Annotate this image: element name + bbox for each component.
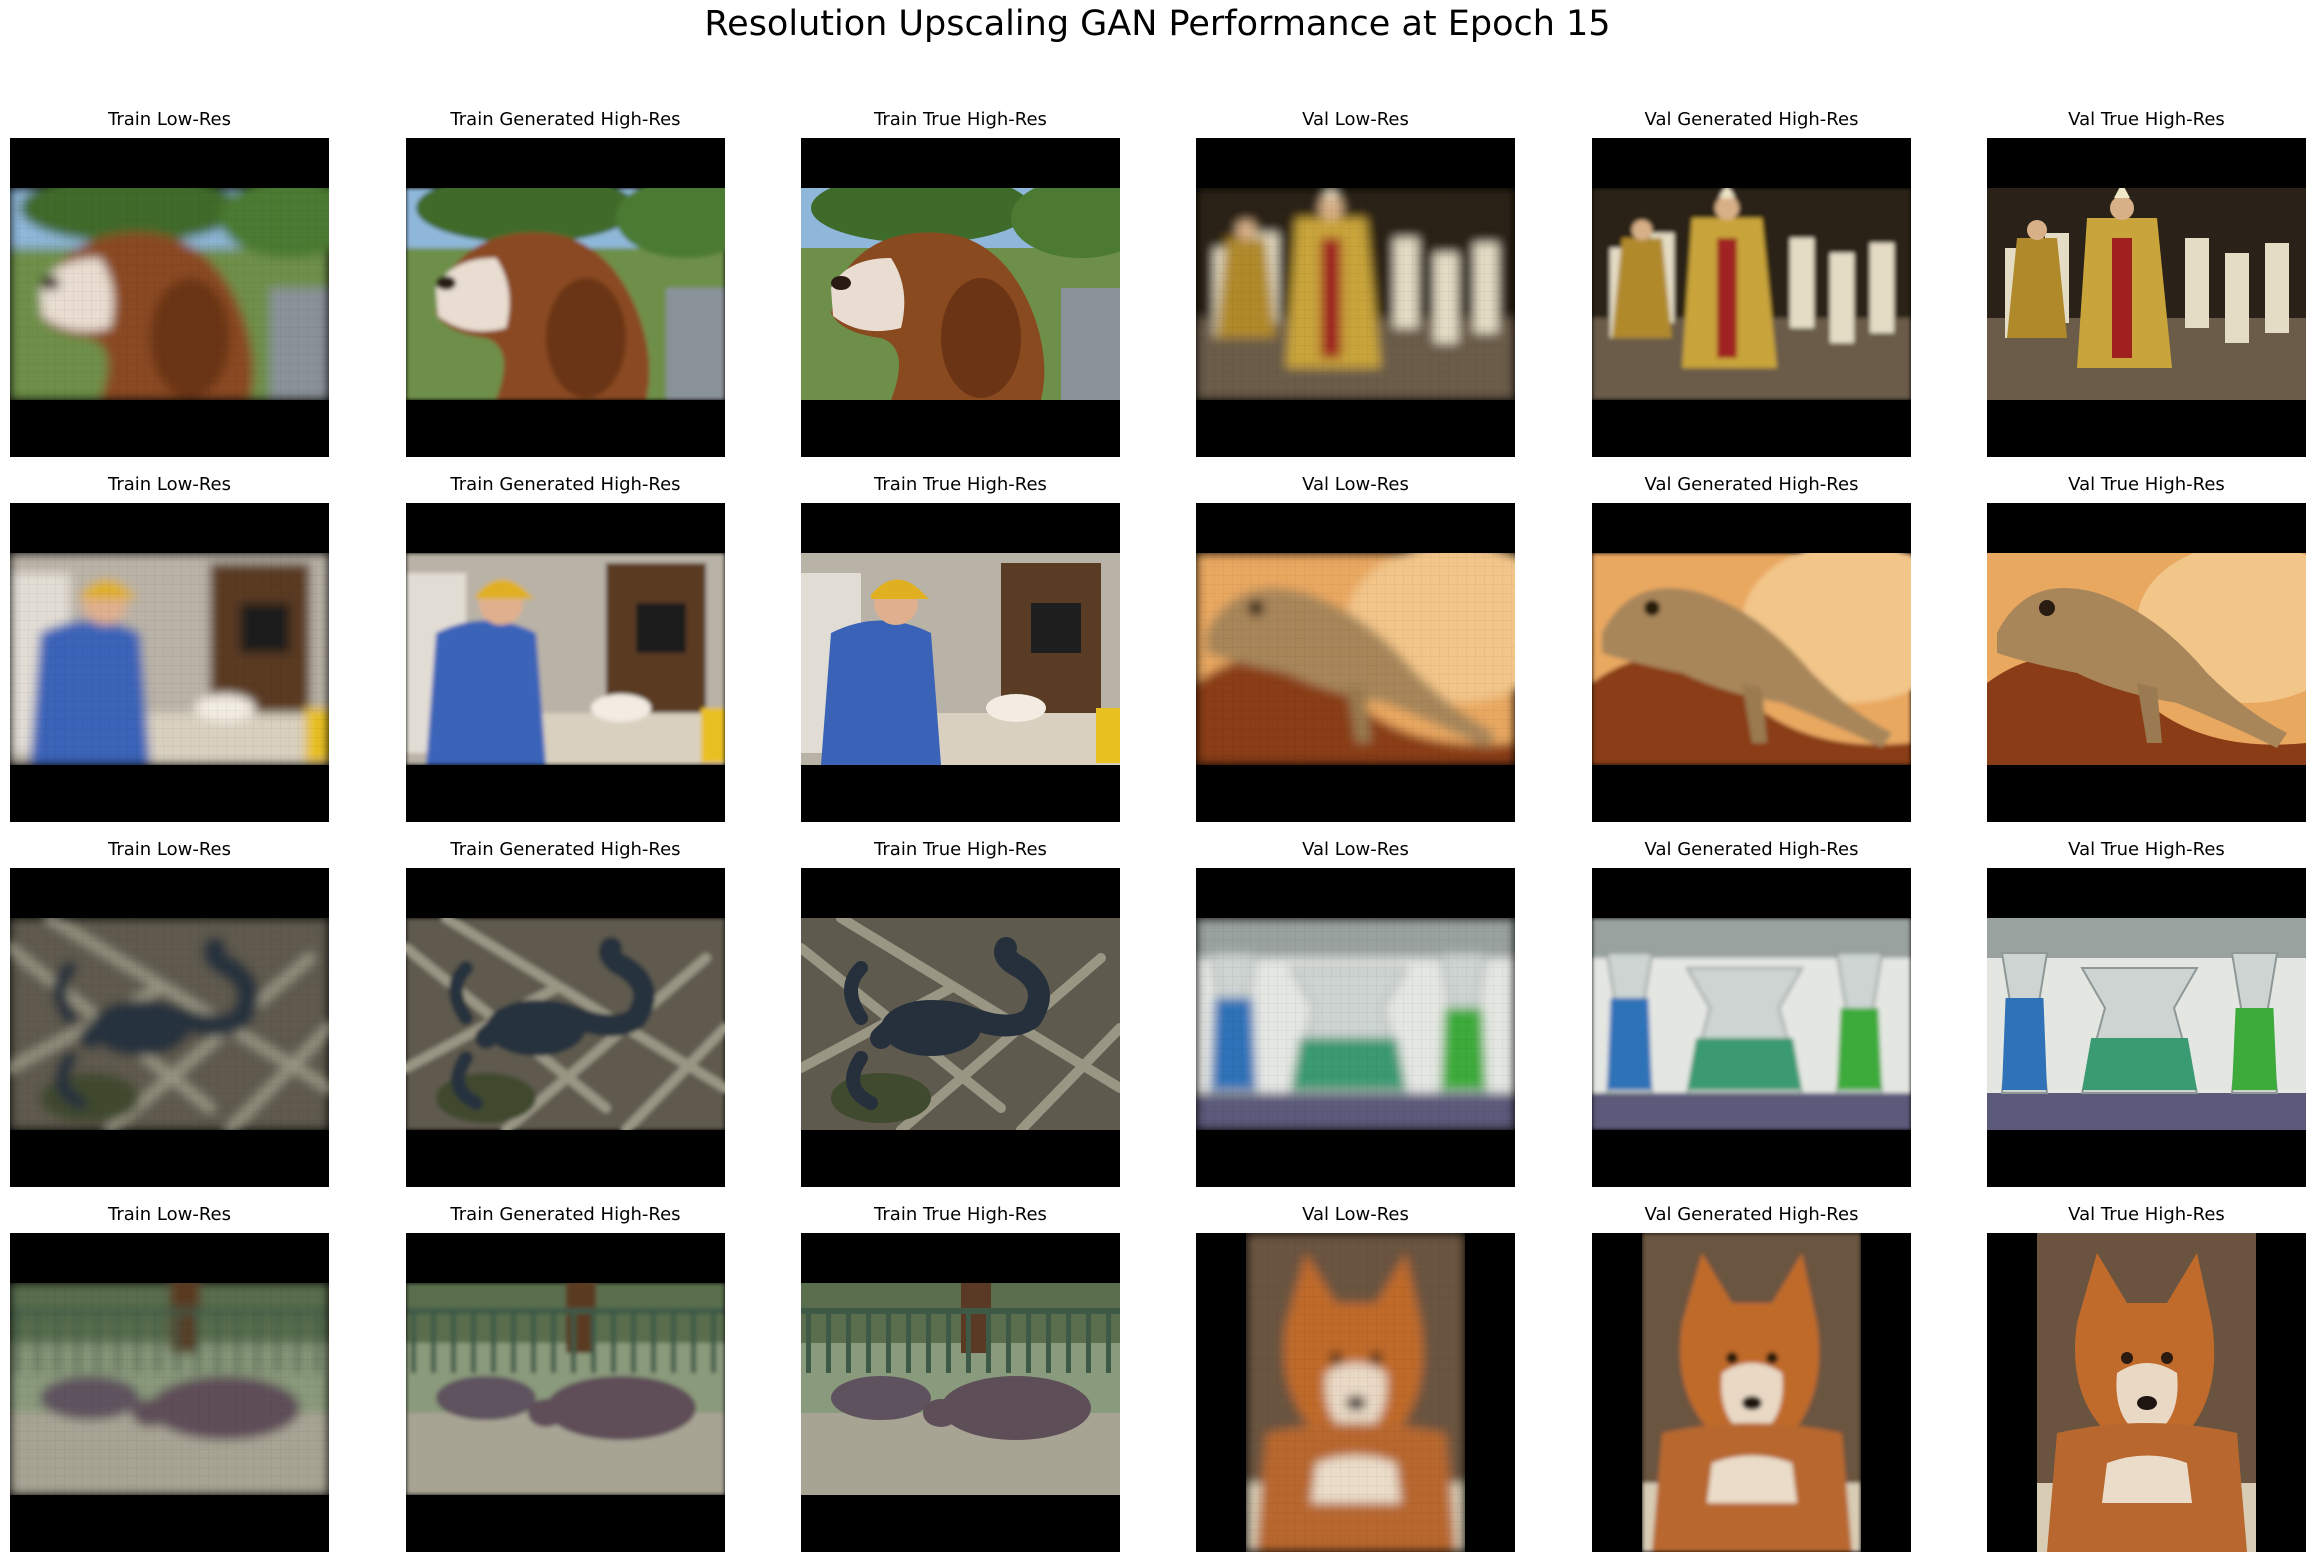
panel-title: Train True High-Res — [874, 1204, 1047, 1225]
panel-title: Val True High-Res — [2068, 839, 2225, 860]
panel-title: Train Low-Res — [107, 109, 231, 130]
image-panel-procession — [1196, 138, 1515, 457]
panel-title: Val True High-Res — [2068, 109, 2225, 130]
image-panel-lizard — [1987, 503, 2306, 822]
image-panel-person-cutting-cake — [10, 503, 329, 822]
panel-title: Train Low-Res — [107, 474, 231, 495]
image-panel-procession — [1592, 138, 1911, 457]
panel-title: Val Generated High-Res — [1644, 1204, 1859, 1225]
image-panel-dog — [10, 138, 329, 457]
panel-title: Val Generated High-Res — [1644, 109, 1859, 130]
image-panel-lizard — [1196, 503, 1515, 822]
panel-title: Train Generated High-Res — [450, 1204, 681, 1225]
image-panel-sand-vases — [1592, 868, 1911, 1187]
panel-title: Train Low-Res — [107, 839, 231, 860]
image-panel-hippos — [10, 1233, 329, 1552]
panel-title: Val Low-Res — [1302, 1204, 1409, 1225]
image-panel-wild-dog — [1592, 1233, 1911, 1552]
image-panel-scorpion — [406, 868, 725, 1187]
image-panel-sand-vases — [1987, 868, 2306, 1187]
panel-title: Train Generated High-Res — [450, 109, 681, 130]
panel-title: Train True High-Res — [874, 839, 1047, 860]
image-panel-person-cutting-cake — [406, 503, 725, 822]
panel-title: Train Generated High-Res — [450, 474, 681, 495]
panel-title: Train True High-Res — [874, 474, 1047, 495]
panel-title: Val Low-Res — [1302, 839, 1409, 860]
panel-title: Val Low-Res — [1302, 474, 1409, 495]
image-panel-scorpion — [10, 868, 329, 1187]
image-panel-person-cutting-cake — [801, 503, 1120, 822]
panel-title: Train Generated High-Res — [450, 839, 681, 860]
panel-title: Val True High-Res — [2068, 474, 2225, 495]
image-panel-dog — [406, 138, 725, 457]
image-panel-wild-dog — [1196, 1233, 1515, 1552]
panel-title: Train True High-Res — [874, 109, 1047, 130]
image-panel-scorpion — [801, 868, 1120, 1187]
image-panel-lizard — [1592, 503, 1911, 822]
image-panel-sand-vases — [1196, 868, 1515, 1187]
panel-title: Val Generated High-Res — [1644, 839, 1859, 860]
panel-title: Val Generated High-Res — [1644, 474, 1859, 495]
panel-title: Train Low-Res — [107, 1204, 231, 1225]
panel-title: Val Low-Res — [1302, 109, 1409, 130]
image-panel-hippos — [801, 1233, 1120, 1552]
image-grid: Train Low-Res Train Generated High-Res Tra… — [0, 0, 2315, 1560]
panel-title: Val True High-Res — [2068, 1204, 2225, 1225]
image-panel-procession — [1987, 138, 2306, 457]
image-panel-wild-dog — [1987, 1233, 2306, 1552]
image-panel-hippos — [406, 1233, 725, 1552]
image-panel-dog — [801, 138, 1120, 457]
